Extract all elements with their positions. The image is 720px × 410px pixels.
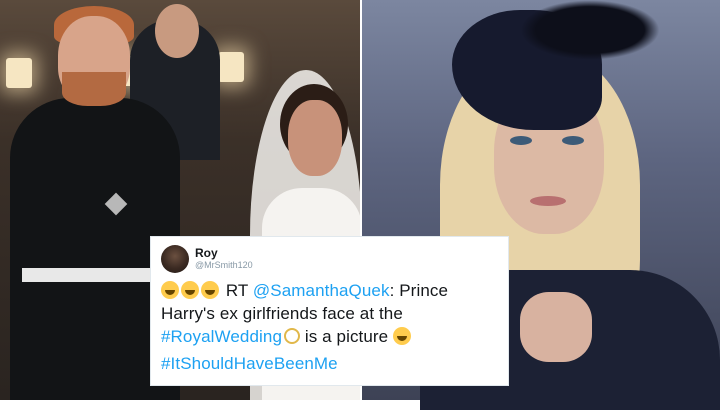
hat-feathers [520,0,660,60]
retweet-prefix: RT [225,281,249,300]
tweet-card[interactable]: Roy @MrSmith120 RT @SamanthaQuek: Prince… [150,236,509,386]
tweet-text-part: is a picture [300,327,389,346]
user-handle[interactable]: @MrSmith120 [195,260,253,271]
candle-lamp [218,52,244,82]
tweet-header: Roy @MrSmith120 [161,245,498,273]
rofl-emoji-icon [201,281,219,299]
uniform-belt [22,268,154,282]
tweet-author: Roy @MrSmith120 [195,247,253,270]
hashtag-link[interactable]: #RoyalWedding [161,327,282,346]
guest-lips [530,196,566,206]
guest-eye [510,136,532,145]
groom-beard [62,72,126,106]
tweet-text: RT @SamanthaQuek: Prince Harry's ex girl… [161,279,498,375]
bride-face [288,100,342,176]
guest-hand [520,292,592,362]
guest-eye [562,136,584,145]
hashtag-link[interactable]: #ItShouldHaveBeenMe [161,354,338,373]
candle-lamp [6,58,32,88]
mention-link[interactable]: @SamanthaQuek [253,281,390,300]
background-guest-head [155,4,199,58]
rings-emoji-icon [284,328,301,344]
rofl-emoji-icon [161,281,179,299]
joy-emoji-icon [393,327,412,345]
rofl-emoji-icon [181,281,199,299]
avatar[interactable] [161,245,189,273]
display-name[interactable]: Roy [195,247,253,260]
